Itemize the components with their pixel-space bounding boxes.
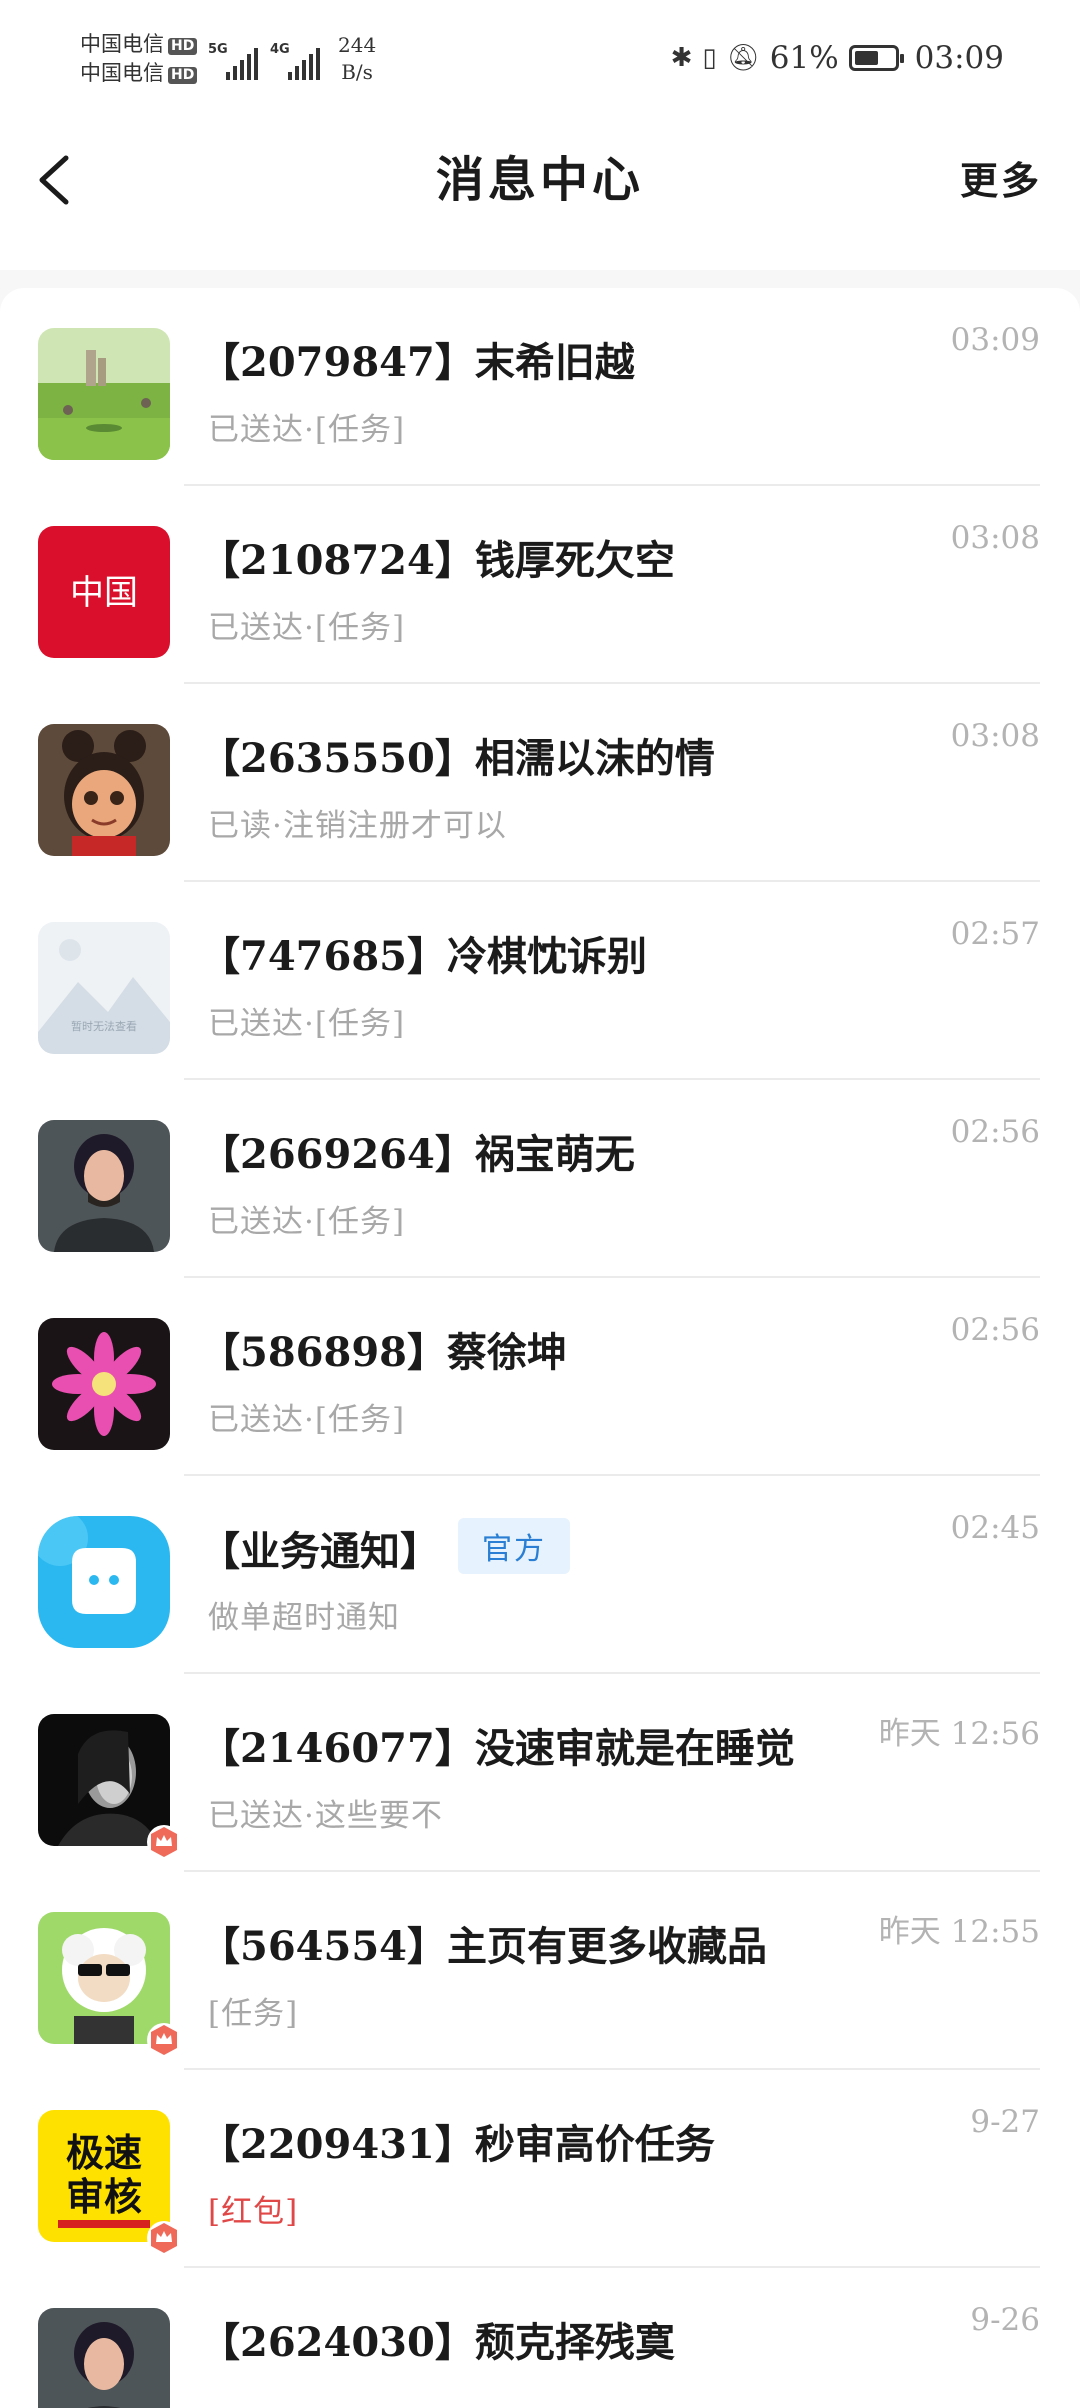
message-row[interactable]: 【2624030】颓克择残寞 9-26 [0, 2268, 1080, 2408]
svg-text:中国: 中国 [70, 573, 138, 613]
bluetooth-icon: ✱ [670, 43, 693, 73]
message-name: 【2108724】钱厚死欠空 [200, 537, 675, 584]
svg-text:暂时无法查看: 暂时无法查看 [71, 1019, 137, 1033]
message-name: 【2079847】末希旧越 [200, 339, 635, 386]
message-time: 03:09 [950, 322, 1040, 358]
speed-value: 244 [338, 33, 377, 57]
battery-percent: 61% [769, 40, 839, 76]
message-name: 【747685】冷棋忱诉别 [200, 933, 647, 980]
message-name: 【2624030】颓克择残寞 [200, 2319, 675, 2366]
clock: 03:09 [914, 40, 1004, 76]
message-row[interactable]: 【业务通知】 官方 做单超时通知 02:45 [0, 1476, 1080, 1674]
avatar [38, 2308, 170, 2408]
message-preview: 做单超时通知 [208, 1600, 400, 1636]
network-speed: 244 B/s [338, 32, 376, 86]
pink-flower-icon [38, 1318, 170, 1450]
message-time: 9-26 [970, 2302, 1040, 2338]
message-preview: 已读·注销注册才可以 [208, 808, 507, 844]
cartoon-girl-icon [38, 724, 170, 856]
red-logo-icon: 中国 [38, 526, 170, 658]
message-time: 02:56 [950, 1312, 1040, 1348]
message-preview: 已送达·[任务] [208, 412, 406, 448]
avatar: 中国 [38, 526, 170, 658]
battery-fill [854, 51, 878, 65]
message-row[interactable]: 暂时无法查看 【747685】冷棋忱诉别 已送达·[任务] 02:57 [0, 882, 1080, 1080]
official-badge: 官方 [458, 1518, 570, 1574]
signal-strength: 5G 4G [208, 40, 320, 80]
message-row[interactable]: 【2635550】相濡以沫的情 已读·注销注册才可以 03:08 [0, 684, 1080, 882]
message-name: 【2669264】祸宝萌无 [200, 1131, 635, 1178]
more-button[interactable]: 更多 [960, 150, 1042, 205]
message-time: 02:45 [950, 1510, 1040, 1546]
mute-bell-icon: 🔕︎ [726, 43, 760, 73]
avatar [38, 1120, 170, 1252]
person-silhouette-icon [38, 2308, 170, 2408]
signal-4g-icon: 4G [270, 40, 320, 80]
svg-text:审核: 审核 [66, 2175, 142, 2219]
message-time: 03:08 [950, 520, 1040, 556]
message-row[interactable]: 【2146077】没速审就是在睡觉 已送达·这些要不 昨天 12:56 [0, 1674, 1080, 1872]
avatar: 暂时无法查看 [38, 922, 170, 1054]
person-silhouette-icon [38, 1120, 170, 1252]
message-row[interactable]: 【564554】主页有更多收藏品 [任务] 昨天 12:55 [0, 1872, 1080, 2070]
svg-text:极速: 极速 [66, 2131, 142, 2175]
message-name: 【586898】蔡徐坤 [200, 1329, 567, 1376]
landscape-photo-icon [38, 328, 170, 460]
carrier-info: 中国电信 HD 中国电信 HD [80, 30, 198, 88]
vibrate-icon: ▯ [702, 43, 717, 73]
message-name: 【2635550】相濡以沫的情 [200, 735, 715, 782]
message-preview: 已送达·这些要不 [208, 1798, 443, 1834]
message-list: 【2079847】末希旧越 已送达·[任务] 03:09 中国 【2108724… [0, 288, 1080, 2408]
speed-unit: B/s [341, 60, 373, 84]
message-name: 【业务通知】 官方 [200, 1518, 570, 1577]
message-preview: [任务] [208, 1996, 299, 2032]
nav-bar: 消息中心 更多 [0, 120, 1080, 270]
avatar [38, 1516, 170, 1648]
message-name: 【2146077】没速审就是在睡觉 [200, 1725, 795, 1772]
chat-bubble-icon [38, 1516, 170, 1648]
battery-icon [848, 45, 904, 71]
message-preview: [红包] [208, 2194, 299, 2230]
avatar [38, 724, 170, 856]
message-time: 9-27 [970, 2104, 1040, 2140]
carrier-1: 中国电信 [80, 32, 164, 56]
page-title: 消息中心 [435, 152, 644, 208]
crown-badge-icon [147, 1825, 181, 1859]
message-row[interactable]: 【586898】蔡徐坤 已送达·[任务] 02:56 [0, 1278, 1080, 1476]
message-preview: 已送达·[任务] [208, 610, 406, 646]
message-time: 昨天 12:55 [878, 1914, 1040, 1950]
crown-badge-icon [147, 2221, 181, 2255]
message-row[interactable]: 极速 审核 【2209431】秒审高价任务 [红包] 9-27 [0, 2070, 1080, 2268]
hd-badge-1: HD [168, 38, 198, 55]
placeholder-image-icon: 暂时无法查看 [38, 922, 170, 1054]
message-row[interactable]: 【2079847】末希旧越 已送达·[任务] 03:09 [0, 288, 1080, 486]
crown-badge-icon [147, 2023, 181, 2057]
message-time: 02:57 [950, 916, 1040, 952]
status-bar: 中国电信 HD 中国电信 HD 5G 4G 244 B/s ✱ ▯ 🔕︎ 61% 0… [0, 0, 1080, 120]
message-name: 【564554】主页有更多收藏品 [200, 1923, 767, 1970]
message-row[interactable]: 中国 【2108724】钱厚死欠空 已送达·[任务] 03:08 [0, 486, 1080, 684]
message-name: 【2209431】秒审高价任务 [200, 2121, 715, 2168]
message-preview: 已送达·[任务] [208, 1204, 406, 1240]
signal-5g-icon: 5G [208, 40, 258, 80]
message-preview: 已送达·[任务] [208, 1402, 406, 1438]
message-preview: 已送达·[任务] [208, 1006, 406, 1042]
message-row[interactable]: 【2669264】祸宝萌无 已送达·[任务] 02:56 [0, 1080, 1080, 1278]
message-time: 03:08 [950, 718, 1040, 754]
carrier-2: 中国电信 [80, 61, 164, 85]
hd-badge-2: HD [168, 67, 198, 84]
avatar [38, 328, 170, 460]
message-time: 昨天 12:56 [878, 1716, 1040, 1752]
avatar [38, 1318, 170, 1450]
message-time: 02:56 [950, 1114, 1040, 1150]
